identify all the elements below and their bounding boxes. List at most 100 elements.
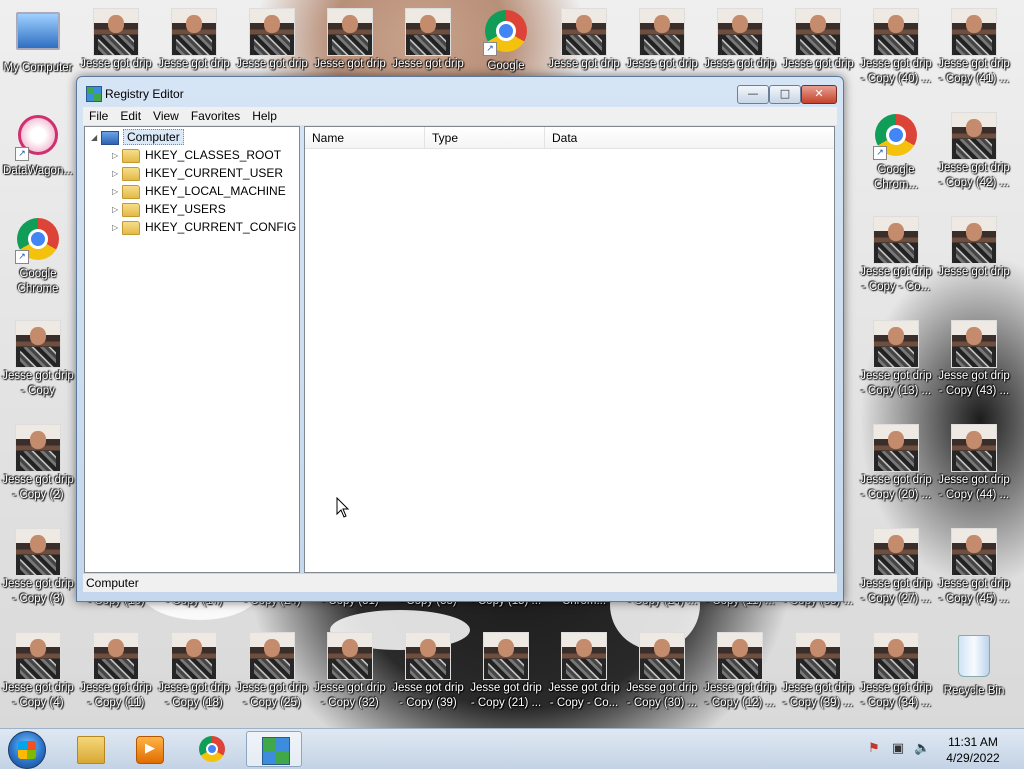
network-icon[interactable]: ▣: [890, 741, 906, 757]
tree-item-computer[interactable]: ◢ Computer: [91, 128, 184, 146]
desktop-icon[interactable]: Jesse got drip: [311, 8, 389, 72]
desktop-icon[interactable]: ↗ Google: [467, 8, 545, 74]
desktop-icon-label: Jesse got drip - Copy (13) ...: [860, 370, 932, 397]
tree-item-hkey-classes-root[interactable]: ▷ HKEY_CLASSES_ROOT: [112, 146, 281, 164]
expand-arrow-icon[interactable]: ▷: [112, 201, 122, 219]
minimize-button[interactable]: —: [737, 85, 769, 104]
taskbar-chrome-button[interactable]: [184, 731, 240, 767]
desktop-icon-label: Jesse got drip - Copy (3): [2, 578, 74, 605]
my-computer-icon: [16, 12, 60, 50]
expand-arrow-icon[interactable]: ▷: [112, 183, 122, 201]
tree-item-hkey-current-user[interactable]: ▷ HKEY_CURRENT_USER: [112, 164, 283, 182]
desktop-icon[interactable]: Jesse got drip - Copy - Co...: [545, 632, 623, 711]
registry-values-pane[interactable]: Name Type Data: [304, 126, 835, 573]
close-button[interactable]: ✕: [801, 85, 837, 104]
action-center-flag-icon[interactable]: ⚑: [866, 741, 882, 757]
desktop-icon[interactable]: Jesse got drip - Copy (44) ...: [935, 424, 1013, 503]
desktop-icon[interactable]: Jesse got drip - Copy (41) ...: [935, 8, 1013, 87]
desktop-icon[interactable]: Jesse got drip: [77, 8, 155, 72]
desktop-icon[interactable]: My Computer: [0, 8, 77, 76]
photo-thumbnail-icon: [951, 320, 997, 368]
desktop-icon[interactable]: Jesse got drip - Copy (25): [233, 632, 311, 711]
column-header-name[interactable]: Name: [305, 127, 425, 149]
desktop-icon[interactable]: Jesse got drip: [623, 8, 701, 72]
desktop-icon[interactable]: Jesse got drip - Copy (4): [0, 632, 77, 711]
expand-arrow-icon[interactable]: ▷: [112, 147, 122, 165]
volume-icon[interactable]: 🔈: [914, 741, 930, 757]
photo-thumbnail-icon: [327, 632, 373, 680]
expand-arrow-icon[interactable]: ▷: [112, 219, 122, 237]
desktop-icon[interactable]: Jesse got drip - Copy (39): [389, 632, 467, 711]
desktop-icon[interactable]: Jesse got drip: [389, 8, 467, 72]
photo-thumbnail-icon: [873, 424, 919, 472]
menu-favorites[interactable]: Favorites: [185, 107, 246, 125]
desktop-icon[interactable]: Jesse got drip - Copy (11): [77, 632, 155, 711]
desktop-icon[interactable]: Jesse got drip - Copy (32): [311, 632, 389, 711]
desktop-icon[interactable]: Jesse got drip - Copy (40) ...: [857, 8, 935, 87]
expand-arrow-icon[interactable]: ▷: [112, 165, 122, 183]
photo-thumbnail-icon: [171, 632, 217, 680]
desktop-icon[interactable]: Jesse got drip: [779, 8, 857, 72]
taskbar-media-player-button[interactable]: [121, 731, 177, 767]
registry-editor-window[interactable]: Registry Editor — □ ✕ File Edit View Favori…: [76, 76, 844, 602]
menu-help[interactable]: Help: [246, 107, 283, 125]
maximize-button[interactable]: □: [769, 85, 801, 104]
desktop-icon[interactable]: Jesse got drip: [233, 8, 311, 72]
photo-thumbnail-icon: [795, 8, 841, 56]
desktop-icon[interactable]: Jesse got drip - Copy (12) ...: [701, 632, 779, 711]
registry-editor-icon: [262, 737, 290, 765]
media-player-icon: [136, 736, 164, 764]
desktop-icon[interactable]: Jesse got drip - Copy (39) ...: [779, 632, 857, 711]
desktop-icon-label: Jesse got drip: [938, 266, 1010, 278]
desktop-icon[interactable]: Recycle Bin: [935, 632, 1013, 699]
menu-view[interactable]: View: [147, 107, 185, 125]
desktop-icon[interactable]: Jesse got drip - Copy (21) ...: [467, 632, 545, 711]
title-bar[interactable]: Registry Editor — □ ✕: [77, 77, 843, 107]
desktop-icon[interactable]: Jesse got drip - Copy (13) ...: [857, 320, 935, 399]
tree-item-label: HKEY_CLASSES_ROOT: [145, 148, 282, 162]
desktop-icon[interactable]: Jesse got drip - Copy - Co...: [857, 216, 935, 295]
desktop-icon[interactable]: Jesse got drip - Copy (18): [155, 632, 233, 711]
desktop-icon[interactable]: Jesse got drip - Copy (2): [0, 424, 77, 503]
desktop-icon-label: Jesse got drip - Copy (2): [2, 474, 74, 501]
start-button[interactable]: [8, 731, 46, 769]
desktop-icon[interactable]: ↗ DataWagon...: [0, 112, 77, 179]
recycle-bin-icon: [958, 635, 990, 677]
desktop-icon[interactable]: Jesse got drip - Copy (27) ...: [857, 528, 935, 607]
collapse-arrow-icon[interactable]: ◢: [91, 129, 101, 147]
photo-thumbnail-icon: [951, 8, 997, 56]
desktop-icon[interactable]: Jesse got drip - Copy: [0, 320, 77, 399]
column-header-type[interactable]: Type: [425, 127, 545, 149]
tree-item-hkey-local-machine[interactable]: ▷ HKEY_LOCAL_MACHINE: [112, 182, 286, 200]
desktop-icon-label: Jesse got drip: [236, 58, 308, 70]
desktop-icon[interactable]: ↗ Google Chrom...: [857, 112, 935, 193]
desktop-icon[interactable]: Jesse got drip: [701, 8, 779, 72]
tree-item-label: HKEY_LOCAL_MACHINE: [145, 184, 286, 198]
desktop-icon[interactable]: Jesse got drip - Copy (20) ...: [857, 424, 935, 503]
photo-thumbnail-icon: [15, 528, 61, 576]
desktop-icon[interactable]: Jesse got drip - Copy (30) ...: [623, 632, 701, 711]
desktop-icon[interactable]: Jesse got drip: [935, 216, 1013, 280]
desktop-icon[interactable]: Jesse got drip - Copy (34) ...: [857, 632, 935, 711]
registry-tree-pane[interactable]: ◢ Computer ▷ HKEY_CLASSES_ROOT ▷ HKEY_CURRE…: [84, 126, 300, 573]
tree-item-hkey-current-config[interactable]: ▷ HKEY_CURRENT_CONFIG: [112, 218, 296, 236]
desktop-icon[interactable]: ↗ Google Chrome: [0, 216, 77, 297]
desktop-icon[interactable]: Jesse got drip - Copy (42) ...: [935, 112, 1013, 191]
photo-thumbnail-icon: [951, 112, 997, 160]
taskbar-explorer-button[interactable]: [62, 731, 118, 767]
photo-thumbnail-icon: [873, 528, 919, 576]
column-header-data[interactable]: Data: [545, 127, 834, 149]
desktop-icon[interactable]: Jesse got drip: [155, 8, 233, 72]
desktop-icon[interactable]: Jesse got drip - Copy (3): [0, 528, 77, 607]
desktop-icon[interactable]: Jesse got drip - Copy (45) ...: [935, 528, 1013, 607]
desktop-icon-label: Jesse got drip - Copy (20) ...: [860, 474, 932, 501]
desktop-icon[interactable]: Jesse got drip - Copy (43) ...: [935, 320, 1013, 399]
desktop-icon-label: Jesse got drip - Copy (12) ...: [704, 682, 776, 709]
taskbar-regedit-button[interactable]: [246, 731, 302, 767]
desktop-icon[interactable]: Jesse got drip: [545, 8, 623, 72]
folder-icon: [122, 184, 140, 199]
menu-edit[interactable]: Edit: [114, 107, 147, 125]
tree-item-hkey-users[interactable]: ▷ HKEY_USERS: [112, 200, 226, 218]
menu-file[interactable]: File: [83, 107, 114, 125]
system-clock[interactable]: 11:31 AM 4/29/2022: [938, 734, 1008, 766]
